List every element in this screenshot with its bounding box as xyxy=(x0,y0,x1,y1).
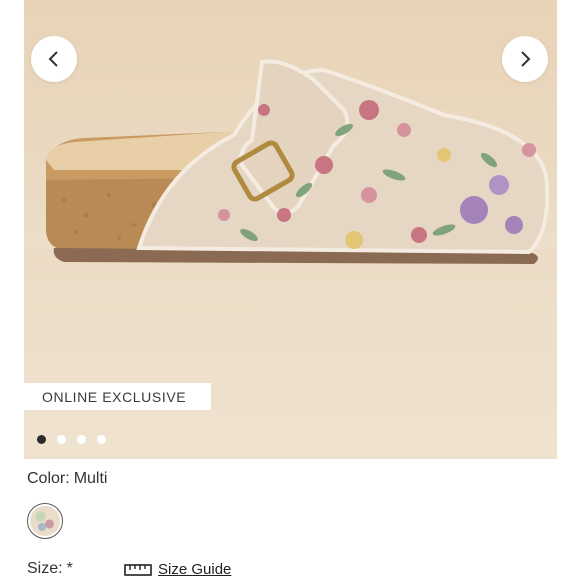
size-selection-label: Size: * xyxy=(27,560,73,578)
color-value: Multi xyxy=(73,470,108,487)
chevron-left-icon xyxy=(48,51,58,67)
carousel-dot[interactable] xyxy=(37,435,46,444)
ruler-icon xyxy=(124,563,152,576)
size-label: Size: xyxy=(27,560,63,577)
next-image-button[interactable] xyxy=(502,36,548,82)
color-selection-label: Color: Multi xyxy=(27,470,107,488)
color-label: Color: xyxy=(27,470,70,487)
size-required-marker: * xyxy=(66,560,73,577)
chevron-right-icon xyxy=(521,51,531,67)
size-guide-label: Size Guide xyxy=(158,561,232,578)
online-exclusive-badge: ONLINE EXCLUSIVE xyxy=(24,383,211,410)
carousel-dot[interactable] xyxy=(57,435,66,444)
swatch-pattern xyxy=(30,506,60,536)
size-guide-link[interactable]: Size Guide xyxy=(124,561,231,578)
carousel-dots xyxy=(37,435,106,444)
carousel-dot[interactable] xyxy=(77,435,86,444)
previous-image-button[interactable] xyxy=(31,36,77,82)
color-swatch-multi[interactable] xyxy=(27,503,63,539)
carousel-dot[interactable] xyxy=(97,435,106,444)
badge-label: ONLINE EXCLUSIVE xyxy=(42,388,187,405)
